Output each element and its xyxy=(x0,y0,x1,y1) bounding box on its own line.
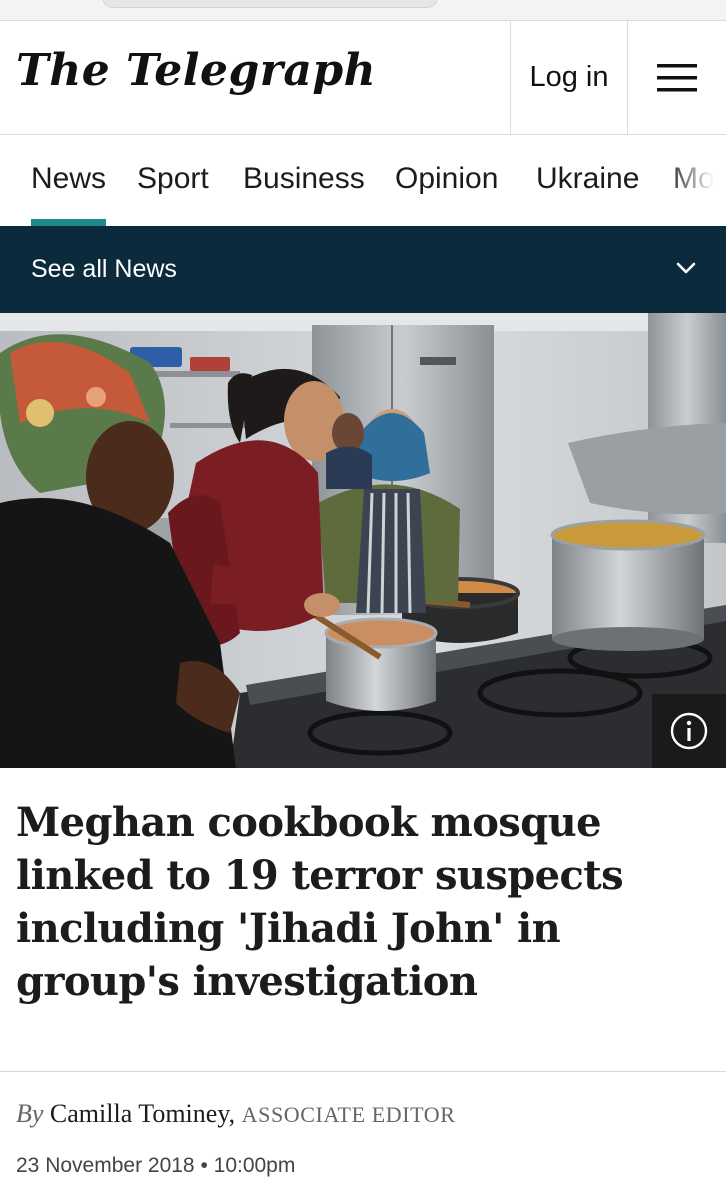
log-in-label: Log in xyxy=(529,61,609,93)
nav-fade-overlay xyxy=(666,135,726,226)
author-role: Associate Editor xyxy=(241,1102,456,1127)
nav-item-ukraine[interactable]: Ukraine xyxy=(536,135,639,226)
nav-item-sport[interactable]: Sport xyxy=(137,135,209,226)
browser-top-strip xyxy=(0,0,726,21)
hamburger-menu-icon xyxy=(656,63,697,91)
nav-item-business[interactable]: Business xyxy=(243,135,365,226)
masthead: The Telegraph Log in xyxy=(0,21,726,135)
byline-prefix: By xyxy=(16,1099,44,1128)
see-all-news-label: See all News xyxy=(31,255,177,283)
nav-item-news[interactable]: News xyxy=(31,135,107,226)
hero-image xyxy=(0,313,726,768)
address-bar-edge[interactable] xyxy=(102,0,438,8)
see-all-news-bar[interactable]: See all News xyxy=(0,226,726,313)
image-info-button[interactable] xyxy=(652,694,726,768)
chevron-down-icon xyxy=(676,262,696,274)
telegraph-logo[interactable]: The Telegraph xyxy=(16,45,376,96)
log-in-button[interactable]: Log in xyxy=(510,21,628,134)
info-icon xyxy=(670,712,708,750)
section-nav: News Sport Business Opinion Ukraine Mo xyxy=(0,135,726,226)
menu-button[interactable] xyxy=(627,21,726,134)
publish-date: 23 November 2018 • 10:00pm xyxy=(16,1154,296,1177)
nav-item-opinion[interactable]: Opinion xyxy=(395,135,498,226)
divider xyxy=(0,1071,726,1072)
byline: By Camilla Tominey, Associate Editor xyxy=(16,1099,456,1129)
author-link[interactable]: Camilla Tominey, xyxy=(50,1099,235,1128)
article-headline: Meghan cookbook mosque linked to 19 terr… xyxy=(16,799,624,1005)
